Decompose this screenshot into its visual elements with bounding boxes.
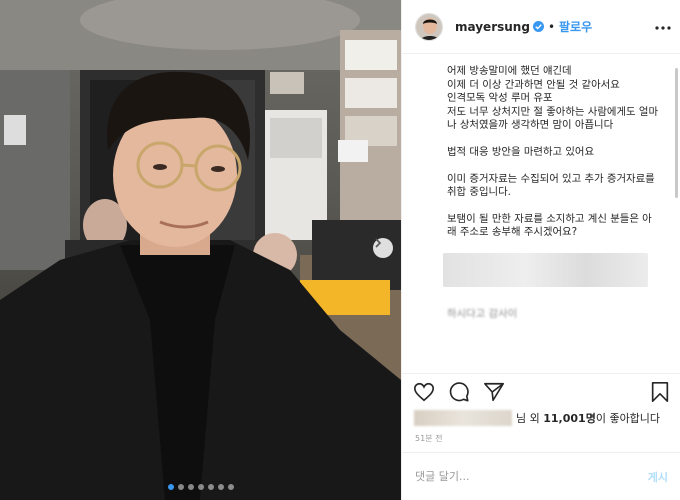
like-button[interactable] xyxy=(413,381,435,403)
caption-cut-line: 하시다고 감사이 xyxy=(447,307,518,320)
carousel-dot xyxy=(167,484,174,490)
header-separator: • xyxy=(547,19,556,34)
avatar[interactable] xyxy=(415,12,443,41)
post-photo[interactable] xyxy=(0,0,401,500)
post-header: mayersung • 팔로우 xyxy=(402,0,680,54)
username-link[interactable]: mayersung xyxy=(455,20,530,34)
more-horizontal-icon xyxy=(655,26,671,30)
comment-input[interactable] xyxy=(415,470,648,483)
carousel-dot xyxy=(227,484,234,490)
instagram-post: mayersung • 팔로우 어제 방송말미에 했던 얘긴데 이제 더 이상 … xyxy=(0,0,680,500)
follow-button[interactable]: 팔로우 xyxy=(559,18,592,35)
verified-badge-icon xyxy=(532,17,544,36)
carousel-dot xyxy=(217,484,224,490)
carousel-dot xyxy=(207,484,214,490)
likes-suffix: 이 좋아합니다 xyxy=(595,412,661,425)
selfie-illustration xyxy=(0,0,401,500)
comment-form: 게시 xyxy=(402,452,680,500)
post-comment-button[interactable]: 게시 xyxy=(648,469,668,485)
heart-icon xyxy=(414,382,434,402)
bookmark-icon xyxy=(651,382,669,402)
chevron-right-icon xyxy=(375,238,382,248)
share-button[interactable] xyxy=(483,381,505,403)
caption-paragraph: 이미 증거자료는 수집되어 있고 추가 증거자료를 취합 중입니다. xyxy=(447,172,655,199)
carousel-dot xyxy=(197,484,204,490)
caption-paragraph: 어제 방송말미에 했던 얘긴데 이제 더 이상 간과하면 안될 것 같아서요 인… xyxy=(447,65,659,132)
comments-scrollbar[interactable] xyxy=(675,68,678,198)
carousel-dot xyxy=(187,484,194,490)
post-actions xyxy=(402,373,680,409)
likes-row[interactable]: 님 외 11,001명 이 좋아합니다 xyxy=(402,407,680,429)
comment-icon xyxy=(449,382,469,402)
more-options-button[interactable] xyxy=(655,18,671,34)
blurred-liker-name xyxy=(414,410,512,426)
likes-prefix: 님 외 xyxy=(516,412,540,425)
blurred-email xyxy=(443,252,648,287)
save-button[interactable] xyxy=(649,381,671,403)
post-side-panel: mayersung • 팔로우 어제 방송말미에 했던 얘긴데 이제 더 이상 … xyxy=(401,0,680,500)
likes-count[interactable]: 11,001명 xyxy=(543,410,596,426)
comments-area[interactable]: 어제 방송말미에 했던 얘긴데 이제 더 이상 간과하면 안될 것 같아서요 인… xyxy=(402,55,680,373)
comment-button[interactable] xyxy=(448,381,470,403)
caption-paragraph: 법적 대응 방안을 마련하고 있어요 xyxy=(447,145,595,158)
post-caption: 어제 방송말미에 했던 얘긴데 이제 더 이상 간과하면 안될 것 같아서요 인… xyxy=(447,65,659,240)
carousel-indicator xyxy=(0,484,401,490)
caption-paragraph: 보탬이 될 만한 자료를 소지하고 계신 분들은 아래 주소로 송부해 주시겠어… xyxy=(447,212,652,239)
share-icon xyxy=(484,382,504,402)
avatar-image xyxy=(416,13,442,40)
post-timestamp[interactable]: 51분 전 xyxy=(415,433,442,444)
carousel-next-button[interactable] xyxy=(373,238,393,258)
carousel-dot xyxy=(177,484,184,490)
